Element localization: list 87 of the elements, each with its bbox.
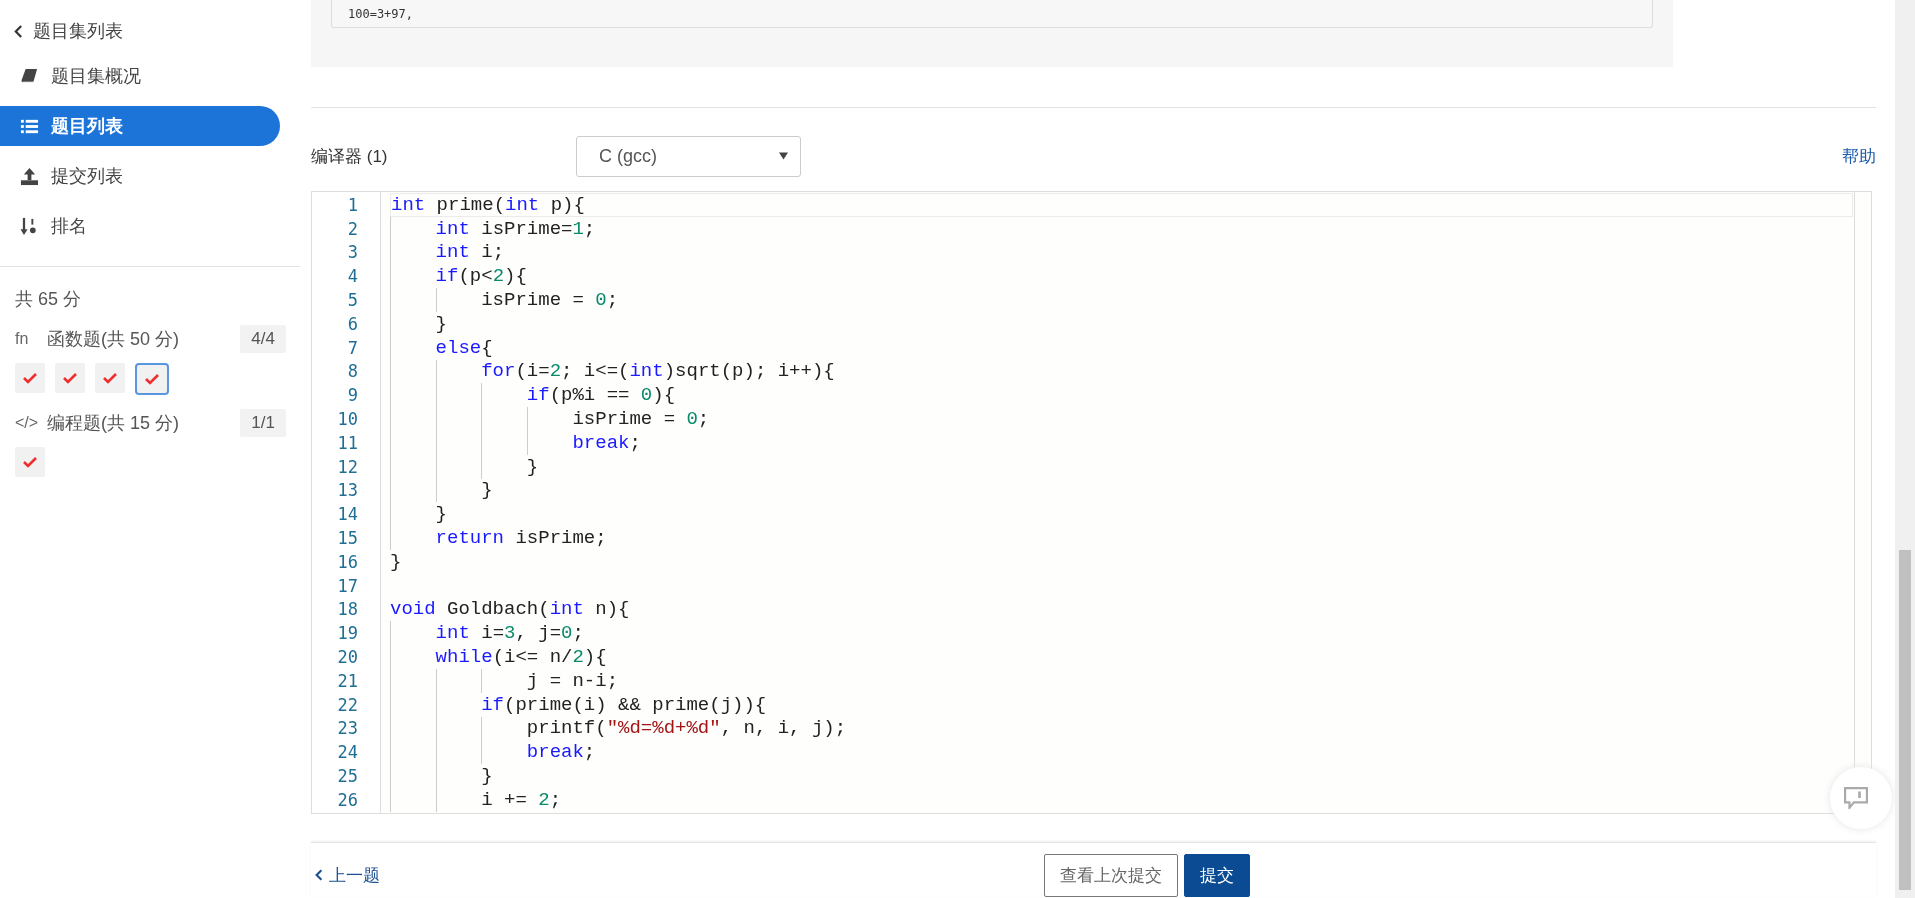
category-title: 编程题(共 15 分) xyxy=(47,412,180,435)
code-line: } xyxy=(390,550,402,573)
back-link[interactable]: 题目集列表 xyxy=(0,16,300,46)
problem-button[interactable] xyxy=(135,363,169,395)
line-number: 3 xyxy=(346,242,358,263)
code-line: j = n-i; xyxy=(525,669,619,692)
code-line: } xyxy=(434,312,447,335)
compiler-select[interactable]: C (gcc) xyxy=(576,135,801,177)
line-number: 13 xyxy=(336,480,358,501)
line-number: 20 xyxy=(336,647,358,668)
sample-output-text: 100=3+97, xyxy=(348,6,414,21)
line-number: 11 xyxy=(336,432,358,453)
problem-button[interactable] xyxy=(55,363,85,393)
line-number: 16 xyxy=(336,551,358,572)
line-number: 24 xyxy=(336,742,358,763)
line-number: 12 xyxy=(336,456,358,477)
problem-button[interactable] xyxy=(15,363,45,393)
code-line: if(p<2){ xyxy=(434,265,527,288)
code-line: } xyxy=(480,765,493,787)
line-number: 23 xyxy=(336,718,358,739)
code-line: isPrime = 0; xyxy=(571,408,710,431)
code-line: return isPrime; xyxy=(434,527,607,550)
code-line: if(prime(i) && prime(j)){ xyxy=(480,693,767,716)
line-number: 7 xyxy=(346,337,358,358)
line-number: 14 xyxy=(336,504,358,525)
code-line: printf("%d=%d+%d", n, i, j); xyxy=(525,717,847,740)
line-number: 18 xyxy=(336,599,358,620)
category-symbol: </> xyxy=(15,414,40,432)
code-line: for(i=2; i<=(int)sqrt(p); i++){ xyxy=(480,360,835,383)
code-line: break; xyxy=(525,741,596,764)
scrollbar[interactable] xyxy=(1895,0,1915,898)
code-line: } xyxy=(480,479,493,502)
chevron-left-icon xyxy=(315,869,323,881)
code-line: } xyxy=(525,455,539,478)
line-number: 5 xyxy=(346,290,358,311)
progress-badge: 1/1 xyxy=(240,409,286,437)
chevron-left-icon xyxy=(14,24,23,38)
compiler-label: 编译器 (1) xyxy=(311,145,389,168)
code-line: void Goldbach(int n){ xyxy=(390,598,630,621)
code-line: } xyxy=(434,503,447,526)
upload-icon xyxy=(20,166,39,186)
nav-item[interactable]: 题目列表 xyxy=(0,106,280,146)
code-line: while(i<= n/2){ xyxy=(434,646,607,669)
feedback-button[interactable] xyxy=(1830,767,1892,829)
nav-item[interactable]: 提交列表 xyxy=(0,156,280,196)
line-number: 8 xyxy=(346,361,358,382)
speech-bubble-icon xyxy=(1844,787,1868,809)
code-line: if(p%i == 0){ xyxy=(525,384,676,407)
progress-badge: 4/4 xyxy=(240,325,286,353)
previous-problem-link[interactable]: 上一题 xyxy=(315,863,380,887)
total-score: 共 65 分 xyxy=(15,288,83,311)
code-line: int isPrime=1; xyxy=(434,217,596,240)
problem-button[interactable] xyxy=(95,363,125,393)
line-number: 19 xyxy=(336,623,358,644)
check-icon xyxy=(63,372,77,384)
line-number: 21 xyxy=(336,670,358,691)
code-line: break; xyxy=(571,431,641,454)
caret-icon xyxy=(779,152,788,160)
code-line: isPrime = 0; xyxy=(480,289,619,312)
nav-item[interactable]: 排名 xyxy=(0,206,280,246)
line-number: 2 xyxy=(346,218,358,239)
problem-button[interactable] xyxy=(15,447,45,477)
line-number: 6 xyxy=(346,313,358,334)
code-line: int i; xyxy=(434,241,505,264)
nav-item[interactable]: 题目集概况 xyxy=(0,56,280,96)
line-number: 1 xyxy=(346,194,358,215)
line-number: 22 xyxy=(336,694,358,715)
help-link[interactable]: 帮助 xyxy=(1842,144,1876,168)
code-line: int prime(int p){ xyxy=(391,193,585,216)
line-number: 10 xyxy=(336,409,358,430)
line-number: 26 xyxy=(336,789,358,810)
line-number: 9 xyxy=(346,385,358,406)
check-icon xyxy=(145,373,159,385)
submit-button[interactable]: 提交 xyxy=(1184,853,1250,897)
check-icon xyxy=(23,456,37,468)
code-line: i += 2; xyxy=(480,788,562,811)
check-icon xyxy=(103,372,117,384)
code-line: else{ xyxy=(434,336,493,359)
line-number: 25 xyxy=(336,766,358,786)
check-icon xyxy=(23,372,37,384)
code-line: int i=3, j=0; xyxy=(434,622,584,645)
line-number: 17 xyxy=(336,575,358,596)
view-last-submission-button[interactable]: 查看上次提交 xyxy=(1044,853,1178,897)
category-title: 函数题(共 50 分) xyxy=(47,328,180,351)
category-symbol: fn xyxy=(15,330,30,348)
line-number: 15 xyxy=(336,528,358,549)
line-number: 4 xyxy=(346,266,358,287)
